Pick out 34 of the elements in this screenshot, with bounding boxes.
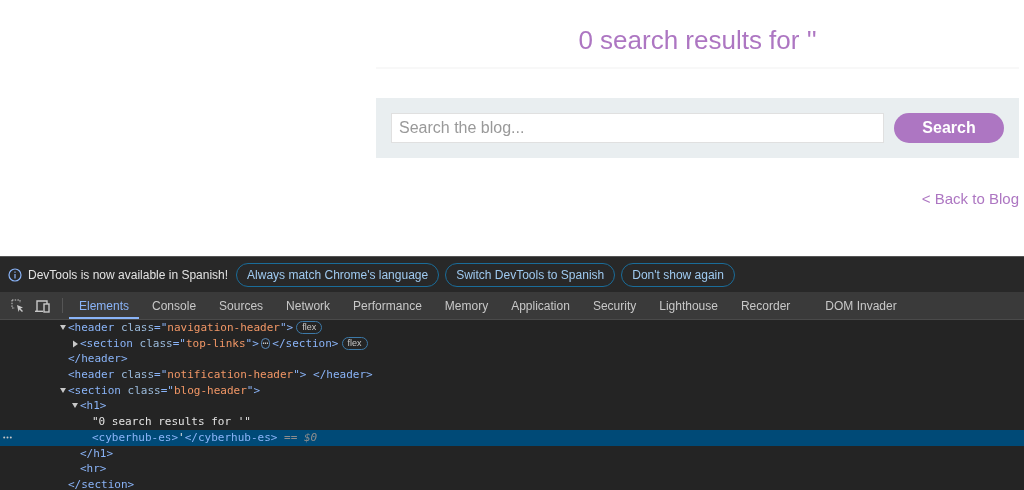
back-link[interactable]: < Back to Blog <box>376 188 1019 211</box>
panel-tab[interactable]: Memory <box>434 292 499 319</box>
expanded-triangle-icon[interactable] <box>59 386 68 395</box>
code-line: <h1> <box>80 398 107 415</box>
code-line: </header> <box>68 351 128 368</box>
panel-tab[interactable]: Elements <box>69 292 140 319</box>
results-heading: 0 search results for '' <box>577 24 818 57</box>
panel-tab[interactable]: Performance <box>343 292 432 319</box>
code-line: "0 search results for '" <box>92 414 251 430</box>
panel-tab[interactable]: Recorder <box>730 292 801 319</box>
inspect-icon[interactable] <box>11 298 25 313</box>
code-line: <hr> <box>80 461 107 477</box>
panel-tab[interactable]: Lighthouse <box>649 292 728 319</box>
info-message: DevTools is now available in Spanish! <box>28 266 229 284</box>
code-line: <section class="top-links"> ⋯ </section> <box>80 335 339 352</box>
panel-tab[interactable]: Sources <box>209 292 274 319</box>
device-icon[interactable] <box>35 298 51 313</box>
panel-tab[interactable]: Application <box>501 292 580 319</box>
more-icon[interactable] <box>3 435 12 439</box>
panel-tab[interactable]: Security <box>582 292 647 319</box>
panel-tab[interactable]: Network <box>276 292 341 319</box>
panel-tab[interactable]: Console <box>142 292 207 319</box>
selected-row[interactable]: <cyberhub-es>'</cyberhub-es> == $0 <box>0 429 1024 446</box>
panel-tab[interactable]: DOM Invader <box>815 292 907 319</box>
code-line: <section class="blog-header"> <box>68 382 261 399</box>
info-icon <box>8 267 22 282</box>
code-line: <header class="navigation-header"> <box>68 320 294 336</box>
code-line: <cyberhub-es>'</cyberhub-es> == $0 <box>92 429 318 446</box>
code-line: </section> <box>68 476 135 490</box>
expanded-triangle-icon[interactable] <box>59 323 68 332</box>
code-line: </h1> <box>80 445 114 462</box>
search-field[interactable]: Search the blog... <box>391 113 884 143</box>
code-line: <header class="notification-header"> </header> <box>68 367 373 383</box>
collapsed-triangle-icon[interactable] <box>71 339 80 348</box>
